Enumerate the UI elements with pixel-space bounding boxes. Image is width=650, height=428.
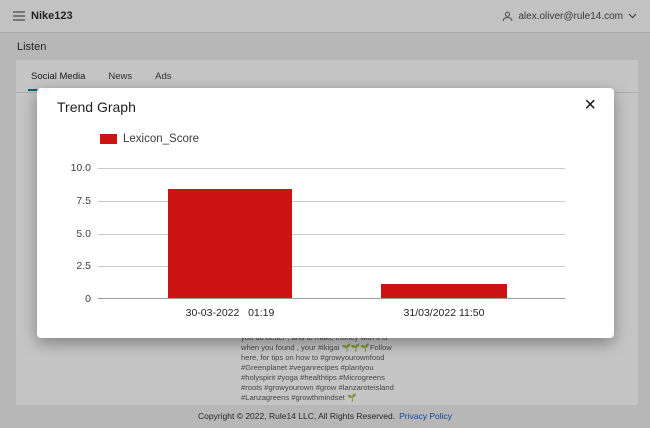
- y-tick-label: 5.0: [76, 228, 91, 240]
- legend-label: Lexicon_Score: [123, 133, 199, 145]
- chart-legend: Lexicon_Score: [100, 133, 199, 145]
- bar-chart: 10.0 7.5 5.0 2.5 0 30-03-2022 01:19 31/0…: [98, 168, 565, 299]
- close-icon[interactable]: ×: [584, 95, 596, 115]
- legend-swatch: [100, 134, 117, 144]
- y-tick-label: 10.0: [71, 162, 91, 174]
- y-tick-label: 7.5: [76, 195, 91, 207]
- bar-lexicon-score-2[interactable]: [381, 284, 507, 298]
- x-tick-label: 30-03-2022 01:19: [186, 307, 275, 319]
- x-axis-line: [98, 298, 565, 299]
- bar-lexicon-score-1[interactable]: [168, 189, 292, 298]
- y-tick-label: 0: [85, 293, 91, 305]
- y-tick-label: 2.5: [76, 260, 91, 272]
- trend-graph-modal: Trend Graph × Lexicon_Score 10.0 7.5 5.0…: [37, 88, 614, 338]
- gridline: [98, 168, 565, 169]
- modal-title: Trend Graph: [57, 99, 136, 115]
- x-tick-label: 31/03/2022 11:50: [404, 307, 485, 319]
